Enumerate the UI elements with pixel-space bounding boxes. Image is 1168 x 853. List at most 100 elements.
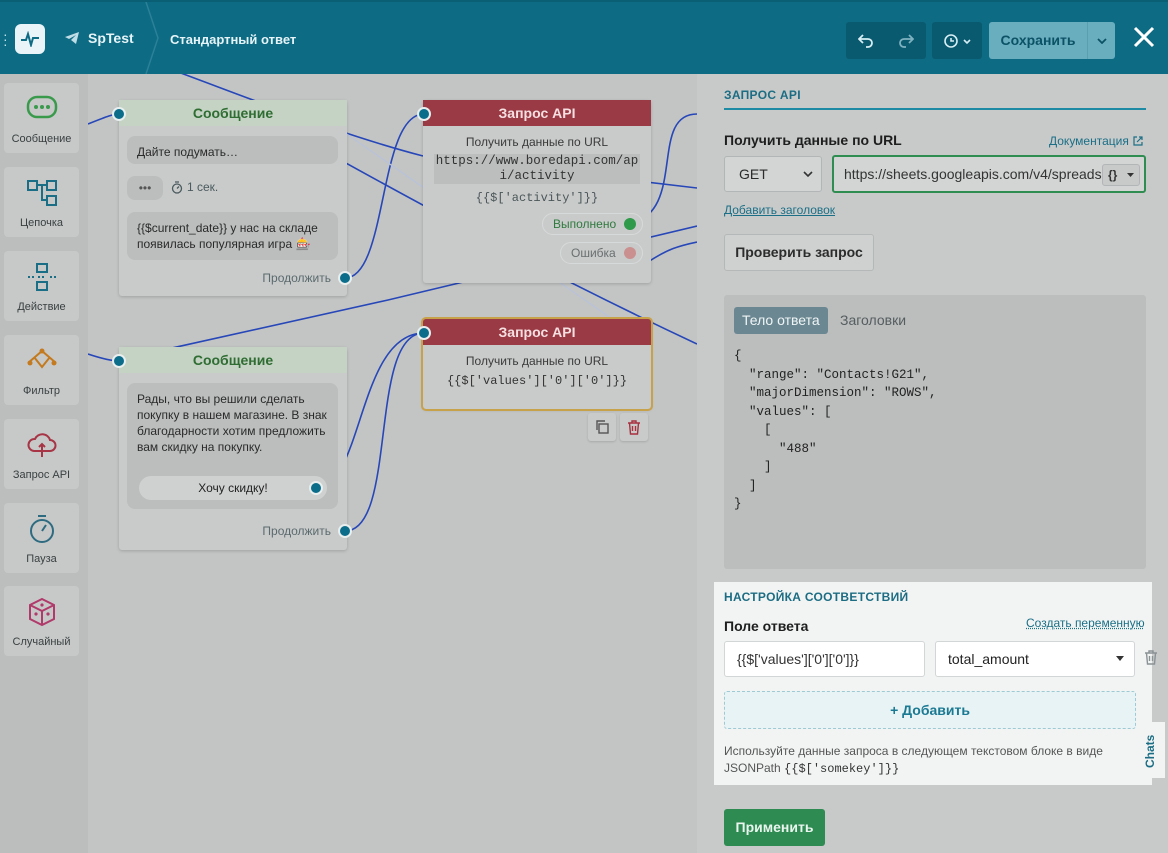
- message-text: {{$current_date}} у нас на складе появил…: [127, 212, 338, 260]
- history-dropdown[interactable]: [932, 22, 982, 59]
- check-request-button[interactable]: Проверить запрос: [724, 234, 874, 271]
- sidebar-item-label: Фильтр: [23, 385, 60, 397]
- redo-icon: [899, 33, 914, 48]
- add-mapping-button[interactable]: + Добавить: [724, 691, 1136, 729]
- history-icon: [944, 33, 971, 48]
- node-title: Сообщение: [119, 100, 347, 126]
- copy-node-button[interactable]: [588, 413, 616, 441]
- input-port[interactable]: [112, 354, 126, 368]
- delay-text: 1 сек.: [187, 180, 219, 194]
- bot-name: SpTest: [88, 30, 134, 46]
- delete-node-button[interactable]: [620, 413, 648, 441]
- chain-icon: [27, 180, 57, 206]
- chats-tab[interactable]: Chats: [1139, 722, 1165, 778]
- response-json: { "range": "Contacts!G21", "majorDimensi…: [734, 349, 937, 511]
- success-port[interactable]: [624, 218, 637, 230]
- message-node-1[interactable]: Сообщение Дайте подумать… ••• 1 сек. {{$…: [119, 100, 347, 296]
- success-label: Выполнено: [553, 217, 617, 231]
- undo-icon: [858, 33, 873, 48]
- variable-insert-button[interactable]: {}: [1102, 164, 1140, 186]
- chats-tab-label: Chats: [1143, 734, 1157, 768]
- node-subtitle: Получить данные по URL: [465, 354, 609, 368]
- add-header-link[interactable]: Добавить заголовок: [724, 203, 835, 217]
- http-method-value: GET: [739, 166, 768, 182]
- error-label: Ошибка: [571, 246, 616, 260]
- trash-icon[interactable]: [1144, 650, 1158, 665]
- output-port[interactable]: [338, 271, 352, 285]
- delay-info: 1 сек.: [171, 180, 218, 194]
- dice-icon: [29, 597, 55, 627]
- button-output-port[interactable]: [309, 481, 323, 495]
- request-url-input[interactable]: https://sheets.googleapis.com/v4/spreads…: [832, 155, 1146, 193]
- sidebar-item-chain[interactable]: Цепочка: [4, 167, 79, 237]
- sidebar-item-random[interactable]: Случайный: [4, 586, 79, 656]
- apply-button[interactable]: Применить: [724, 809, 825, 846]
- response-field-label: Поле ответа: [724, 618, 809, 634]
- save-button-group: Сохранить: [989, 22, 1115, 59]
- response-field-input[interactable]: {{$['values']['0']['0']}}: [724, 641, 925, 677]
- success-branch[interactable]: Выполнено: [542, 213, 644, 235]
- message-node-2[interactable]: Сообщение Рады, что вы решили сделать по…: [119, 347, 347, 550]
- mapping-hint: Используйте данные запроса в следующем т…: [724, 743, 1114, 778]
- input-port[interactable]: [417, 326, 431, 340]
- typing-indicator: •••: [127, 176, 163, 200]
- blocks-sidebar: Сообщение Цепочка Действие Фильтр Запрос…: [0, 74, 88, 853]
- section-underline: [724, 108, 1146, 110]
- sidebar-item-label: Пауза: [26, 553, 57, 565]
- sidebar-item-pause[interactable]: Пауза: [4, 503, 79, 573]
- response-variable: {{$['activity']}}: [475, 191, 599, 205]
- input-port[interactable]: [112, 107, 126, 121]
- output-port[interactable]: [338, 524, 352, 538]
- history-button[interactable]: [932, 22, 982, 59]
- continue-label: Продолжить: [262, 524, 331, 538]
- bot-selector[interactable]: SpTest: [64, 30, 134, 46]
- chevron-down-icon: [1096, 37, 1107, 44]
- variable-select-value: total_amount: [948, 651, 1029, 667]
- tab-response-headers[interactable]: Заголовки: [840, 307, 906, 334]
- sidebar-item-label: Случайный: [12, 636, 71, 648]
- input-port[interactable]: [417, 107, 431, 121]
- redo-button[interactable]: [886, 22, 926, 59]
- close-icon: [1133, 26, 1155, 48]
- node-subtitle: Получить данные по URL: [465, 135, 609, 149]
- top-bar: · · · SpTest Стандартный ответ Сохранить: [0, 0, 1168, 74]
- api-request-node-2[interactable]: Запрос API Получить данные по URL {{$['v…: [421, 317, 653, 411]
- request-url-value: https://sheets.googleapis.com/v4/spreads…: [844, 166, 1136, 182]
- sidebar-item-action[interactable]: Действие: [4, 251, 79, 321]
- save-button[interactable]: Сохранить: [989, 22, 1087, 59]
- error-branch[interactable]: Ошибка: [560, 242, 643, 264]
- breadcrumb: Стандартный ответ: [170, 32, 297, 47]
- chevron-down-icon: [803, 171, 813, 178]
- undo-button[interactable]: [846, 22, 886, 59]
- documentation-link[interactable]: Документация: [1049, 134, 1143, 148]
- pulse-icon: [21, 31, 39, 47]
- sidebar-item-api-request[interactable]: Запрос API: [4, 419, 79, 489]
- sidebar-item-label: Цепочка: [20, 217, 63, 229]
- create-variable-link[interactable]: Создать переменную: [1026, 616, 1145, 630]
- continue-label: Продолжить: [262, 271, 331, 285]
- variable-select[interactable]: total_amount: [935, 641, 1135, 677]
- drag-handle-icon[interactable]: · · ·: [3, 27, 8, 51]
- save-options-button[interactable]: [1087, 22, 1115, 59]
- sidebar-item-filter[interactable]: Фильтр: [4, 335, 79, 405]
- sidebar-item-message[interactable]: Сообщение: [4, 83, 79, 153]
- close-button[interactable]: [1129, 24, 1159, 54]
- node-title: Запрос API: [423, 319, 651, 345]
- error-port[interactable]: [623, 247, 636, 259]
- node-title: Сообщение: [119, 347, 347, 373]
- telegram-icon: [65, 32, 79, 44]
- sidebar-item-label: Запрос API: [12, 469, 71, 481]
- mapping-title: НАСТРОЙКА СООТВЕТСТВИЙ: [724, 590, 909, 604]
- mapping-hint-text: Используйте данные запроса в следующем т…: [724, 744, 1103, 775]
- filter-icon: [27, 348, 57, 369]
- quick-reply-button[interactable]: Хочу скидку!: [139, 476, 327, 500]
- stopwatch-icon: [171, 180, 183, 194]
- flow-canvas[interactable]: Сообщение Дайте подумать… ••• 1 сек. {{$…: [88, 74, 697, 853]
- app-logo[interactable]: [15, 24, 45, 54]
- caret-down-icon: [1116, 656, 1124, 661]
- tab-response-body[interactable]: Тело ответа: [734, 307, 828, 334]
- http-method-select[interactable]: GET: [724, 156, 822, 192]
- mapping-settings: НАСТРОЙКА СООТВЕТСТВИЙ Поле ответа Созда…: [714, 582, 1157, 785]
- stopwatch-icon: [30, 515, 54, 543]
- sidebar-item-label: Действие: [17, 301, 66, 313]
